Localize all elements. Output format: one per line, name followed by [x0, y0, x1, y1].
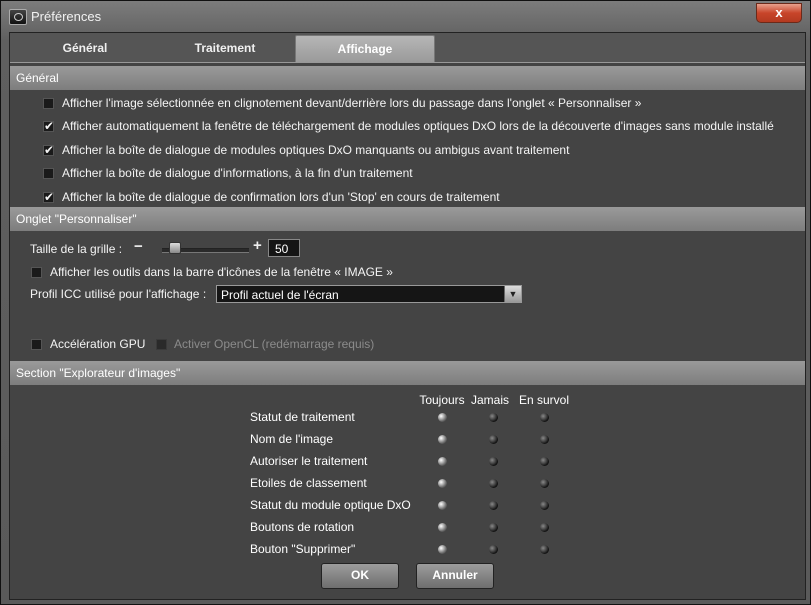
checkbox[interactable] [43, 168, 54, 179]
tab-affichage[interactable]: Affichage [295, 35, 435, 63]
tab-traitement[interactable]: Traitement [155, 35, 295, 62]
option-label: Afficher l'image sélectionnée en clignot… [62, 96, 642, 110]
option-label: Afficher les outils dans la barre d'icôn… [50, 265, 393, 279]
option-label: Accélération GPU [50, 337, 146, 351]
window-title: Préférences [31, 9, 102, 24]
icc-profile-select[interactable]: Profil actuel de l'écran ▼ [216, 285, 522, 303]
radio-always[interactable] [438, 479, 447, 488]
option-label: Afficher la boîte de dialogue d'informat… [62, 166, 413, 180]
option-label: Afficher la boîte de dialogue de confirm… [62, 190, 500, 204]
radio-never[interactable] [489, 479, 498, 488]
option-label: Activer OpenCL (redémarrage requis) [174, 337, 375, 351]
grid-size-label: Taille de la grille : [30, 242, 123, 256]
radio-hover[interactable] [540, 523, 549, 532]
chevron-down-icon[interactable]: ▼ [504, 286, 521, 302]
title-bar: Préférences x [1, 1, 810, 31]
app-icon [9, 9, 27, 25]
radio-always[interactable] [438, 457, 447, 466]
explorer-row-label: Nom de l'image [250, 432, 333, 446]
option-label: Afficher automatiquement la fenêtre de t… [62, 119, 774, 133]
radio-always[interactable] [438, 545, 447, 554]
column-header-always: Toujours [419, 393, 465, 407]
checkbox[interactable] [43, 190, 54, 204]
grid-decrease-button[interactable]: − [134, 238, 143, 255]
section-header-explorer: Section "Explorateur d'images" [10, 361, 805, 385]
explorer-row-label: Statut du module optique DxO [250, 498, 411, 512]
radio-hover[interactable] [540, 501, 549, 510]
radio-hover[interactable] [540, 435, 549, 444]
checkbox-disabled [156, 339, 167, 350]
radio-always[interactable] [438, 501, 447, 510]
radio-never[interactable] [489, 457, 498, 466]
icc-profile-value: Profil actuel de l'écran [221, 288, 339, 302]
section-header-personnaliser: Onglet "Personnaliser" [10, 207, 805, 231]
checkbox[interactable] [31, 267, 42, 278]
radio-hover[interactable] [540, 479, 549, 488]
radio-never[interactable] [489, 523, 498, 532]
dialog-content: Général Traitement Affichage Général Aff… [9, 32, 806, 600]
explorer-row-label: Autoriser le traitement [250, 454, 368, 468]
checkbox[interactable] [43, 98, 54, 109]
radio-never[interactable] [489, 435, 498, 444]
close-button[interactable]: x [756, 3, 802, 23]
grid-size-slider-thumb[interactable] [169, 242, 182, 254]
radio-hover[interactable] [540, 457, 549, 466]
tab-general[interactable]: Général [15, 35, 155, 62]
icc-profile-label: Profil ICC utilisé pour l'affichage : [30, 287, 207, 301]
checkbox[interactable] [43, 143, 54, 157]
section-header-general: Général [10, 66, 805, 90]
radio-never[interactable] [489, 545, 498, 554]
cancel-button[interactable]: Annuler [416, 563, 494, 589]
explorer-row-label: Boutons de rotation [250, 520, 355, 534]
radio-hover[interactable] [540, 545, 549, 554]
grid-increase-button[interactable]: + [253, 237, 262, 254]
option-label: Afficher la boîte de dialogue de modules… [62, 143, 570, 157]
column-header-hover: En survol [518, 393, 570, 407]
radio-always[interactable] [438, 413, 447, 422]
explorer-row-label: Bouton "Supprimer" [250, 542, 356, 556]
checkbox[interactable] [43, 119, 54, 133]
tab-bar: Général Traitement Affichage [10, 33, 805, 63]
preferences-window: Préférences x Général Traitement Afficha… [0, 0, 811, 605]
radio-hover[interactable] [540, 413, 549, 422]
ok-button[interactable]: OK [321, 563, 399, 589]
grid-size-input[interactable]: 50 [268, 239, 300, 257]
explorer-row-label: Statut de traitement [250, 410, 355, 424]
radio-always[interactable] [438, 435, 447, 444]
tab-divider [10, 62, 805, 63]
radio-never[interactable] [489, 501, 498, 510]
radio-never[interactable] [489, 413, 498, 422]
checkbox[interactable] [31, 339, 42, 350]
column-header-never: Jamais [470, 393, 509, 407]
radio-always[interactable] [438, 523, 447, 532]
explorer-row-label: Etoiles de classement [250, 476, 367, 490]
